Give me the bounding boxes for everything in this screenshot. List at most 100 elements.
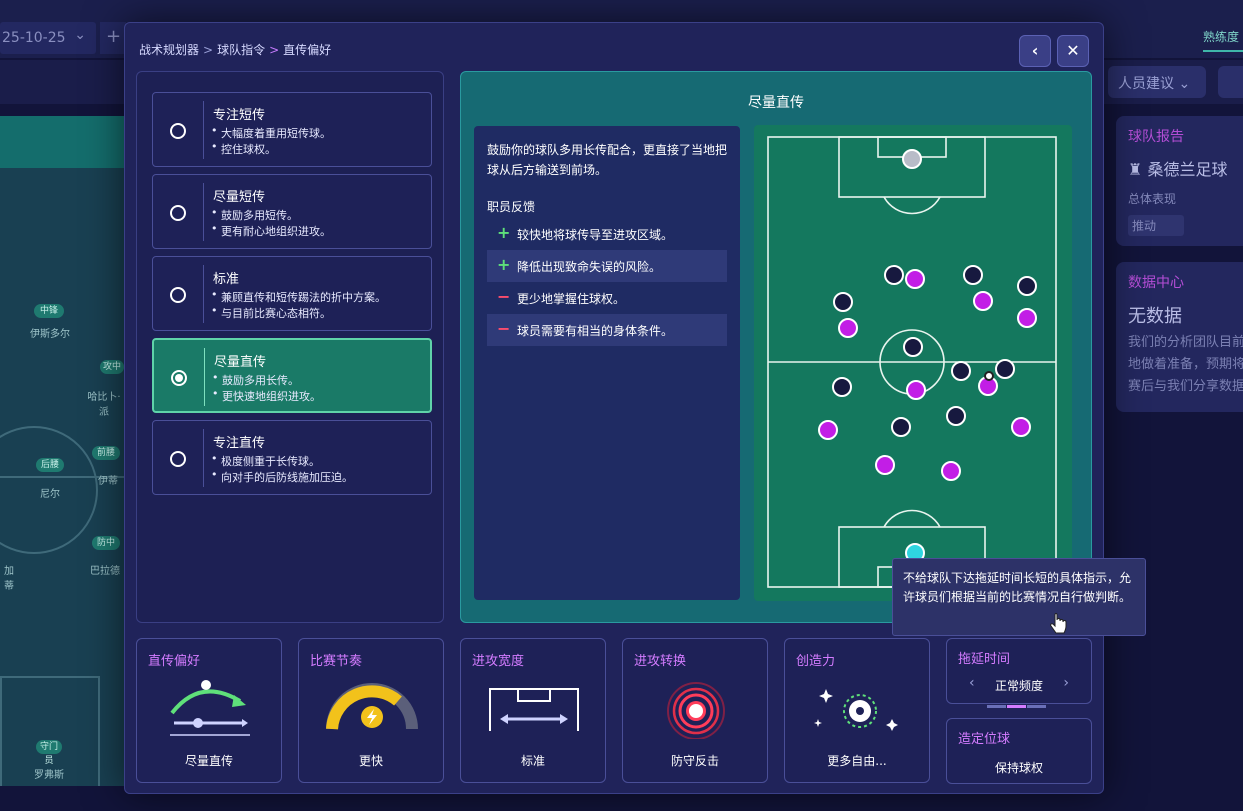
tile-value: 正常频度 (994, 679, 1043, 693)
breadcrumb-item[interactable]: 球队指令 (217, 43, 265, 57)
option-standard[interactable]: 标准 兼顾直传和短传踢法的折中方案。 与目前比赛心态相符。 (152, 256, 432, 331)
tile-title: 进攻转换 (634, 654, 687, 669)
staff-suggestion-dropdown[interactable]: 人员建议 ⌄ (1108, 66, 1206, 98)
close-button[interactable]: ✕ (1057, 35, 1089, 67)
option-bullet: 与目前比赛心态相符。 (211, 304, 331, 321)
passing-preference-modal: 战术规划器>球队指令>直传偏好 ‹ ✕ 专注短传 大幅度着重用短传球。 控住球权… (124, 22, 1146, 794)
minus-icon: − (497, 287, 511, 306)
divider (204, 348, 205, 406)
tile-attacking-width[interactable]: 进攻宽度 标准 (460, 638, 606, 783)
team-player-marker (906, 380, 926, 400)
description-text: 鼓励你的球队多用长传配合，更直接了当地把球从后方输送到前场。 (487, 143, 728, 177)
team-player-marker (905, 269, 925, 289)
team-player-marker (973, 291, 993, 311)
chevron-down-icon: ⌄ (74, 27, 86, 43)
tile-value: 更快 (358, 754, 383, 768)
option-detail-panel: 尽量直传 鼓励你的球队多用长传配合，更直接了当地把球从后方输送到前场。 职员反馈… (460, 71, 1092, 623)
option-bullet: 鼓励多用短传。 (211, 206, 298, 223)
option-bullet: 兼顾直传和短传踢法的折中方案。 (211, 288, 386, 305)
option-bullet: 控住球权。 (211, 140, 276, 157)
option-shorter[interactable]: 尽量短传 鼓励多用短传。 更有耐心地组织进攻。 (152, 174, 432, 249)
no-data-text: 无数据 (1128, 306, 1182, 327)
breadcrumb: 战术规划器 > 球队指令 > 直传偏好 (139, 41, 331, 58)
level-bar (987, 705, 1006, 708)
tempo-gauge-icon (326, 683, 418, 730)
option-title: 专注直传 (213, 436, 266, 451)
data-center-line: 赛后与我们分享数据 (1128, 379, 1243, 394)
data-center-card[interactable]: 数据中心 无数据 我们的分析团队目前 地做着准备，预期将 赛后与我们分享数据 (1116, 262, 1243, 412)
radio-button[interactable] (170, 205, 186, 221)
option-focus-direct[interactable]: 专注直传 极度侧重于长传球。 向对手的后防线施加压迫。 (152, 420, 432, 495)
tile-time-wasting[interactable]: 拖延时间 ‹ 正常频度 › (946, 638, 1092, 708)
player-name: 加蒂 (4, 566, 14, 592)
plus-icon: + (497, 255, 511, 274)
hand-cursor-icon (1050, 613, 1067, 634)
player-name: 伊斯多尔 (30, 329, 70, 340)
level-bar (1027, 705, 1046, 708)
counter-attack-icon (667, 682, 725, 739)
opponent-player-marker (1017, 276, 1037, 296)
tile-creativity[interactable]: 创造力 更多自由... (784, 638, 930, 783)
tile-transition[interactable]: 进攻转换 防守反击 (622, 638, 768, 783)
level-bar-active (1007, 705, 1026, 708)
tile-tempo[interactable]: 比赛节奏 更快 (298, 638, 444, 783)
divider (203, 429, 204, 487)
ball-marker (984, 371, 994, 381)
player-name: 哈比卜·派 (87, 392, 121, 418)
players-layer (818, 149, 1037, 563)
player-name: 伊蒂 (98, 476, 118, 487)
add-button[interactable]: + (100, 22, 126, 54)
back-button[interactable]: ‹ (1019, 35, 1051, 67)
team-player-marker (838, 318, 858, 338)
team-name: ♜ 桑德兰足球 (1128, 160, 1228, 179)
tile-passing-directness[interactable]: 直传偏好 尽量直传 (136, 638, 282, 783)
tile-value: 防守反击 (670, 754, 719, 768)
radio-button[interactable] (170, 451, 186, 467)
team-player-marker (1011, 417, 1031, 437)
chevron-right-icon[interactable]: › (1063, 675, 1069, 691)
pitch-arc-bottom (883, 509, 941, 528)
opponent-player-marker (963, 265, 983, 285)
tooltip: 不给球队下达拖延时间长短的具体指示，允许球员们根据当前的比赛情况自行做判断。 (892, 558, 1146, 636)
option-bullet: 更有耐心地组织进攻。 (211, 222, 331, 239)
radio-button-selected[interactable] (171, 370, 187, 386)
background-pitch-header (0, 116, 124, 168)
tile-set-pieces[interactable]: 造定位球 保持球权 (946, 718, 1092, 784)
team-player-marker (818, 420, 838, 440)
radio-button[interactable] (170, 123, 186, 139)
tile-title: 拖延时间 (958, 652, 1011, 667)
tile-value: 尽量直传 (184, 754, 233, 768)
passing-options-panel: 专注短传 大幅度着重用短传球。 控住球权。 尽量短传 鼓励多用短传。 更有耐心地… (136, 71, 444, 623)
tile-title: 比赛节奏 (310, 654, 363, 669)
breadcrumb-item[interactable]: 战术规划器 (139, 43, 199, 57)
feedback-text: 降低出现致命失误的风险。 (517, 260, 662, 274)
extra-dropdown[interactable] (1218, 66, 1243, 98)
creativity-ball-icon (814, 689, 898, 731)
data-center-line: 地做着准备，预期将 (1128, 357, 1243, 372)
option-title: 标准 (213, 272, 240, 287)
team-report-card[interactable]: 球队报告 ♜ 桑德兰足球 总体表现 推动 (1116, 116, 1243, 246)
option-title: 尽量直传 (214, 355, 267, 370)
player-chip: 防中 (92, 536, 120, 550)
option-bullet: 鼓励多用长传。 (212, 371, 299, 388)
feedback-item: − 球员需要有相当的身体条件。 (487, 314, 727, 346)
team-player-marker (941, 461, 961, 481)
player-chip: 攻中 (100, 360, 124, 374)
option-more-direct[interactable]: 尽量直传 鼓励多用长传。 更快速地组织进攻。 (152, 338, 432, 413)
player-chip: 中锋 (34, 304, 64, 318)
divider (203, 265, 204, 323)
radio-button[interactable] (170, 287, 186, 303)
tile-title: 直传偏好 (148, 654, 201, 669)
opponent-player-marker (951, 361, 971, 381)
opponent-player-marker (946, 406, 966, 426)
plus-icon: + (497, 223, 511, 242)
tactics-pitch-diagram (754, 125, 1072, 601)
opponent-player-marker (995, 359, 1015, 379)
date-select[interactable]: 25-10-25 ⌄ (0, 22, 96, 54)
tile-title: 创造力 (796, 654, 836, 669)
feedback-item: + 较快地将球传导至进攻区域。 (487, 218, 727, 250)
option-focus-short[interactable]: 专注短传 大幅度着重用短传球。 控住球权。 (152, 92, 432, 167)
player-chip: 守门员 (36, 740, 62, 766)
tab-proficiency[interactable]: 熟练度 (1203, 28, 1243, 52)
team-report-title: 球队报告 (1128, 129, 1184, 145)
